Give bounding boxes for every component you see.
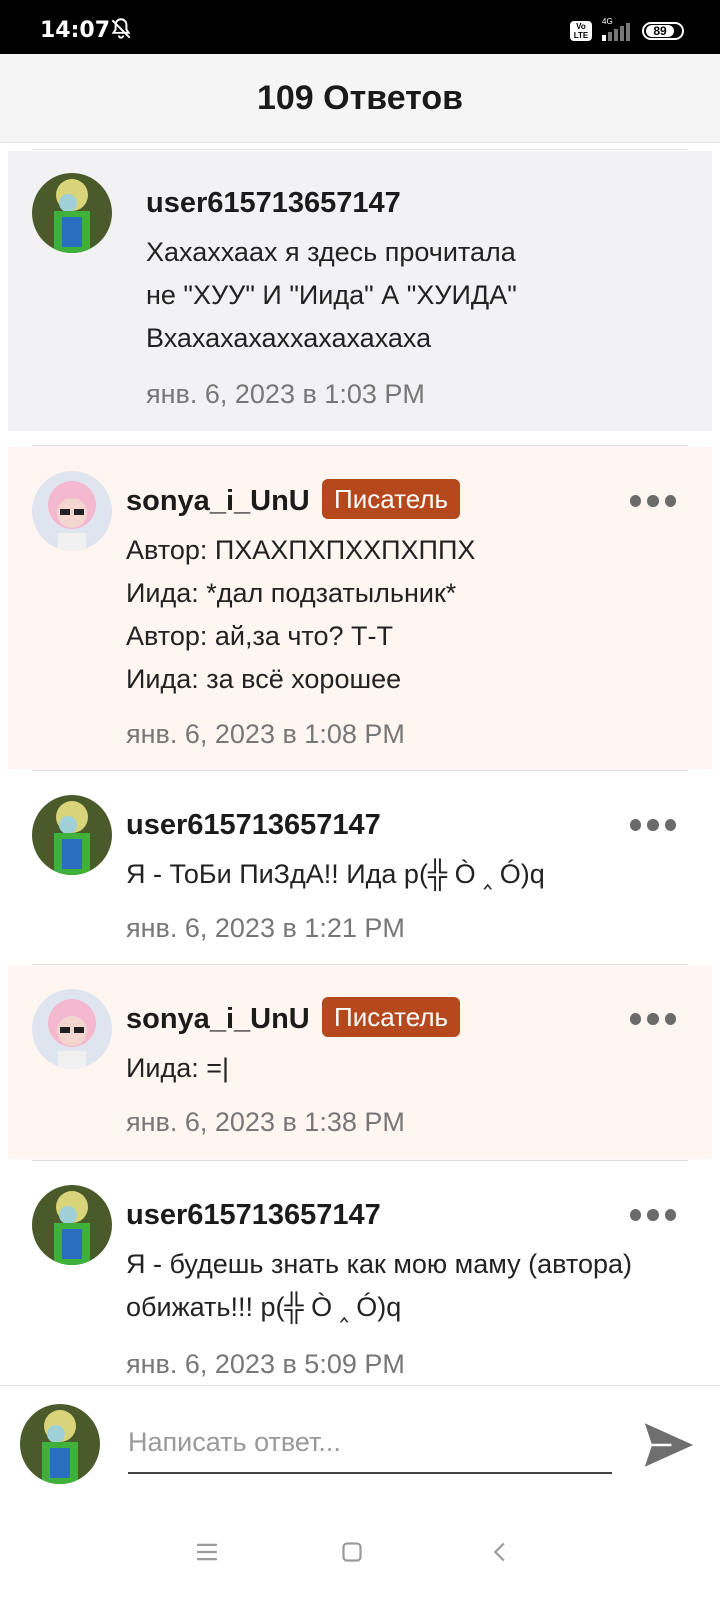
comment-line: Вхахахахаххахахахаха (146, 323, 432, 353)
reply-composer (0, 1385, 720, 1506)
comment-line: обижать!!! p(╬ Ò ‸ Ó)q (126, 1292, 402, 1322)
menu-icon[interactable] (190, 1535, 224, 1569)
back-icon[interactable] (484, 1535, 518, 1569)
list-item: user615713657147 Хахаххаах я здесь прочи… (8, 151, 712, 431)
comment-list[interactable]: user615713657147 Хахаххаах я здесь прочи… (0, 143, 720, 1385)
list-item: sonya_i_UnU Писатель Иида: =| янв. 6, 20… (8, 965, 712, 1159)
comment-line: не "ХУУ" И "Иида" А "ХУИДА" (146, 280, 517, 310)
comment-timestamp: янв. 6, 2023 в 1:08 PM (126, 719, 405, 749)
comment-timestamp: янв. 6, 2023 в 1:38 PM (126, 1107, 405, 1137)
status-time: 14:07 (40, 18, 111, 43)
divider (32, 445, 688, 446)
avatar[interactable] (32, 989, 112, 1069)
comment-author[interactable]: user615713657147 (126, 809, 381, 842)
comment-author[interactable]: user615713657147 (126, 1199, 381, 1232)
writer-badge: Писатель (322, 479, 461, 519)
bell-off-icon (111, 18, 131, 39)
more-options-icon[interactable] (630, 491, 676, 511)
comment-text: Автор: ПХАХПХПХХПХППХ Иида: *дал подзаты… (126, 529, 475, 701)
comment-line: Хахаххаах я здесь прочитала (146, 237, 516, 267)
replies-header: 109 Ответов (0, 54, 720, 143)
battery-icon: 89 (642, 22, 684, 40)
comment-line: Я - будешь знать как мою маму (автора) (126, 1249, 632, 1279)
volte-icon: Vo LTE (570, 21, 592, 41)
divider (32, 149, 688, 150)
comment-text: Иида: =| (126, 1047, 229, 1090)
list-item: sonya_i_UnU Писатель Автор: ПХАХПХПХХПХП… (8, 447, 712, 769)
send-icon[interactable] (640, 1416, 698, 1474)
comment-timestamp: янв. 6, 2023 в 1:21 PM (126, 913, 405, 943)
comment-line: Автор: ай,за что? Т-Т (126, 621, 393, 651)
comment-author[interactable]: sonya_i_UnU (126, 485, 310, 518)
writer-badge: Писатель (322, 997, 461, 1037)
home-square-icon[interactable] (335, 1535, 369, 1569)
comment-line: Автор: ПХАХПХПХХПХППХ (126, 535, 476, 565)
battery-level: 89 (646, 25, 674, 38)
comment-text: Я - ТоБи ПиЗдА!! Ида p(╬ Ò ‸ Ó)q (126, 853, 545, 896)
avatar[interactable] (32, 471, 112, 551)
comment-line: Иида: =| (126, 1053, 230, 1083)
more-options-icon[interactable] (630, 1009, 676, 1029)
signal-icon: 4G (600, 17, 634, 41)
comment-text: Я - будешь знать как мою маму (автора) о… (126, 1243, 632, 1329)
comment-line: Я - ТоБи ПиЗдА!! Ида p(╬ Ò ‸ Ó)q (126, 859, 545, 889)
avatar[interactable] (20, 1404, 100, 1484)
comment-author[interactable]: user615713657147 (146, 187, 401, 220)
avatar[interactable] (32, 795, 112, 875)
status-bar: 14:07 Vo LTE 4G 89 (0, 0, 720, 54)
comment-line: Иида: *дал подзатыльник* (126, 578, 457, 608)
comment-author[interactable]: sonya_i_UnU (126, 1003, 310, 1036)
reply-input[interactable] (128, 1412, 612, 1474)
comment-timestamp: янв. 6, 2023 в 1:03 PM (146, 379, 425, 409)
avatar[interactable] (32, 1185, 112, 1265)
comment-timestamp: янв. 6, 2023 в 5:09 PM (126, 1349, 405, 1379)
list-item: user615713657147 Я - ТоБи ПиЗдА!! Ида p(… (8, 771, 712, 963)
list-item: user615713657147 Я - будешь знать как мо… (8, 1161, 712, 1385)
page-title: 109 Ответов (256, 78, 464, 117)
avatar[interactable] (32, 173, 112, 253)
system-nav-bar (0, 1505, 720, 1600)
comment-line: Иида: за всё хорошее (126, 664, 402, 694)
comment-text: Хахаххаах я здесь прочитала не "ХУУ" И "… (146, 231, 517, 360)
more-options-icon[interactable] (630, 815, 676, 835)
more-options-icon[interactable] (630, 1205, 676, 1225)
network-type: 4G (602, 17, 613, 26)
